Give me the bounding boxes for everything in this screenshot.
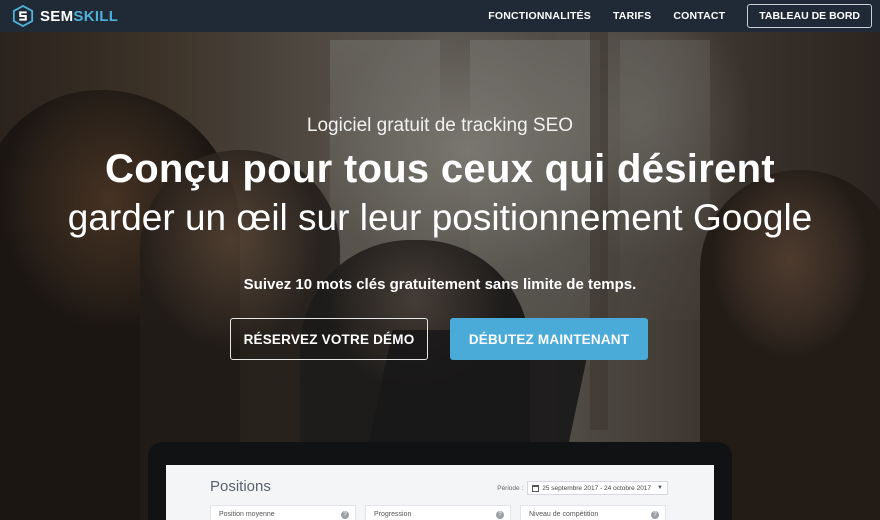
nav-link-tarifs[interactable]: TARIFS bbox=[613, 10, 651, 22]
period-select[interactable]: 25 septembre 2017 - 24 octobre 2017 ▼ bbox=[527, 481, 668, 495]
period-filter: Période : 25 septembre 2017 - 24 octobre… bbox=[497, 481, 668, 495]
nav-link-contact[interactable]: CONTACT bbox=[673, 10, 725, 22]
hero-headline: Conçu pour tous ceux qui désirent bbox=[105, 147, 775, 191]
brand-name-part1: SEM bbox=[40, 7, 74, 25]
brand-name-part2: SKILL bbox=[73, 7, 119, 25]
metric-card-label: Niveau de compétition bbox=[529, 511, 599, 518]
nav-link-fonctionnalites[interactable]: FONCTIONNALITÉS bbox=[488, 10, 591, 22]
top-navbar: SEMSKILL FONCTIONNALITÉS TARIFS CONTACT … bbox=[0, 0, 880, 32]
dashboard-preview: Positions Période : 25 septembre 2017 - … bbox=[166, 465, 714, 520]
hero-headline-secondary: garder un œil sur leur positionnement Go… bbox=[67, 197, 813, 238]
hero-subtitle: Logiciel gratuit de tracking SEO bbox=[306, 115, 574, 136]
brand-logo[interactable]: SEMSKILL bbox=[12, 0, 118, 32]
metric-card-label: Progression bbox=[374, 511, 412, 518]
book-demo-button[interactable]: RÉSERVEZ VOTRE DÉMO bbox=[230, 318, 428, 360]
help-icon[interactable]: ? bbox=[341, 511, 349, 519]
period-label: Période : bbox=[497, 484, 524, 492]
help-icon[interactable]: ? bbox=[651, 511, 659, 519]
metric-card-label: Position moyenne bbox=[219, 511, 275, 518]
dashboard-button[interactable]: TABLEAU DE BORD bbox=[747, 4, 872, 28]
metric-card: Niveau de compétition ? bbox=[520, 505, 666, 520]
chevron-down-icon: ▼ bbox=[657, 485, 663, 491]
metric-card: Progression ? bbox=[365, 505, 511, 520]
dashboard-title: Positions bbox=[210, 478, 271, 495]
metric-card: Position moyenne ? bbox=[210, 505, 356, 520]
period-value: 25 septembre 2017 - 24 octobre 2017 bbox=[542, 484, 652, 492]
help-icon[interactable]: ? bbox=[496, 511, 504, 519]
brand-name: SEMSKILL bbox=[40, 8, 118, 25]
nav-links: FONCTIONNALITÉS TARIFS CONTACT TABLEAU D… bbox=[488, 0, 880, 32]
metric-cards: Position moyenne ? Progression ? Niveau … bbox=[210, 505, 675, 520]
calendar-icon bbox=[532, 484, 540, 492]
semskill-logo-icon bbox=[12, 5, 34, 27]
hero-tagline: Suivez 10 mots clés gratuitement sans li… bbox=[243, 276, 637, 293]
start-now-button[interactable]: DÉBUTEZ MAINTENANT bbox=[450, 318, 648, 360]
